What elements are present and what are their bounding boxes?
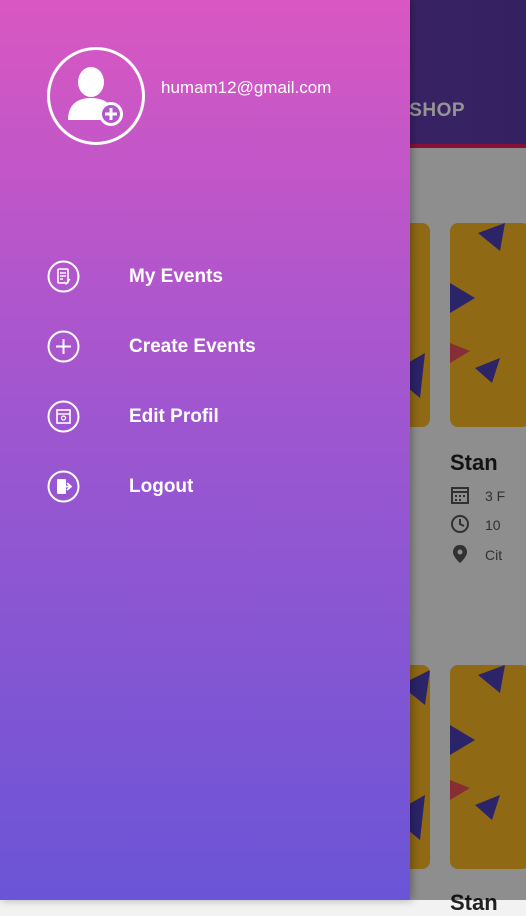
plus-icon <box>47 330 80 363</box>
menu-label: Logout <box>129 476 194 497</box>
navigation-drawer: humam12@gmail.com My Events Create Event… <box>0 0 410 900</box>
avatar[interactable] <box>47 47 145 145</box>
menu-item-my-events[interactable]: My Events <box>0 250 410 306</box>
user-email: humam12@gmail.com <box>161 78 332 97</box>
menu-label: Create Events <box>129 336 256 357</box>
menu-item-logout[interactable]: Logout <box>0 460 410 516</box>
edit-profile-icon <box>47 400 80 433</box>
user-add-icon <box>68 67 123 126</box>
menu-item-edit-profile[interactable]: Edit Profil <box>0 390 410 446</box>
menu-item-create-events[interactable]: Create Events <box>0 320 410 376</box>
menu-label: Edit Profil <box>129 406 219 427</box>
logout-icon <box>47 470 80 503</box>
menu-label: My Events <box>129 266 223 287</box>
my-events-icon <box>47 260 80 293</box>
